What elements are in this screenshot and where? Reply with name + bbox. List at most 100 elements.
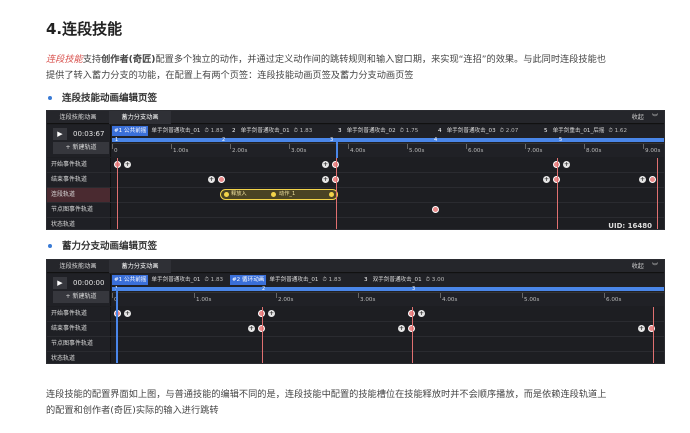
new-track-button[interactable]: + 新建轨道 — [53, 142, 109, 154]
playhead[interactable] — [116, 288, 118, 363]
ruler-tick-label: 3.00s — [291, 148, 307, 154]
segment-name: 双手剑普通攻击_01 — [372, 277, 422, 283]
ruler-tick-label: 3.00s — [360, 297, 376, 303]
track-lane[interactable]: + + + — [112, 158, 664, 172]
playback-controls: ▶ 00:03:67 + 新建轨道 — [47, 125, 111, 157]
ruler-tick — [230, 144, 231, 149]
play-button[interactable]: ▶ — [53, 277, 67, 289]
collapse-button[interactable]: 收起 — [631, 114, 643, 121]
ruler-tick — [348, 144, 349, 149]
new-track-button[interactable]: + 新建轨道 — [53, 291, 109, 303]
add-event-icon[interactable]: + — [418, 310, 425, 317]
bullet-label: 连段技能动画编辑页签 — [62, 93, 158, 104]
track-lane[interactable]: + + + — [112, 307, 664, 321]
segment-1[interactable]: #1 公共前摇 单手剑普通攻击_01 ⏱ 1.83 — [112, 275, 223, 285]
ruler-tick — [643, 144, 644, 149]
playhead[interactable] — [336, 139, 338, 158]
ruler-tick-label: 1.00s — [196, 297, 212, 303]
event-knot[interactable] — [218, 176, 225, 183]
tab-combo-animation[interactable]: 连段技能动画 — [47, 260, 109, 273]
track-lane[interactable]: 释放入 动作_1 — [112, 188, 664, 202]
add-event-icon[interactable]: + — [638, 325, 645, 332]
track-lane[interactable] — [112, 352, 664, 363]
track-lane[interactable] — [112, 203, 664, 217]
tab-combo-animation[interactable]: 连段技能动画 — [47, 111, 109, 124]
editor-tabbar: 连段技能动画 蓄力分支动画 收起 ︾ — [47, 260, 664, 273]
add-event-icon[interactable]: + — [543, 176, 550, 183]
add-event-icon[interactable]: + — [208, 176, 215, 183]
track-label-node-event[interactable]: 节点图事件轨道 — [47, 337, 111, 351]
track-row: 节点图事件轨道 — [47, 203, 664, 218]
event-knot[interactable] — [649, 176, 656, 183]
ruler-tick-label: 5.00s — [524, 297, 540, 303]
track-lane[interactable] — [112, 337, 664, 351]
marker-line — [336, 158, 337, 229]
ruler-tick — [171, 144, 172, 149]
add-event-icon[interactable]: + — [322, 176, 329, 183]
section-heading: 4.连段技能 — [46, 20, 123, 38]
add-event-icon[interactable]: + — [124, 310, 131, 317]
track-row: 状态轨道 — [47, 218, 664, 229]
combo-clip[interactable]: 释放入 动作_1 — [220, 189, 338, 200]
segment-name: 单手剑普通攻击_01 — [151, 128, 201, 134]
add-event-icon[interactable]: + — [398, 325, 405, 332]
track-label-start-event[interactable]: 开始事件轨道 — [47, 307, 111, 321]
chevron-double-down-icon[interactable]: ︾ — [652, 114, 658, 121]
segment-name: 单手剑普通攻击_03 — [446, 128, 496, 134]
tab-charge-animation[interactable]: 蓄力分支动画 — [109, 260, 171, 273]
add-event-icon[interactable]: + — [124, 161, 131, 168]
intro-line-2: 提供了转入蓄力分支的功能，在配置上有两个页签：连段技能动画页签及蓄力分支动画页签 — [46, 70, 414, 81]
ruler-tick-label: 0 — [114, 148, 118, 154]
ruler-tick — [289, 144, 290, 149]
segment-5[interactable]: 5 单手剑重击_01_后摇 ⏱ 1.62 — [542, 126, 627, 136]
intro-text-1: 支持 — [82, 54, 102, 65]
track-lane[interactable]: + + + + — [112, 173, 664, 187]
intro-bold-1: 创作者(奇匠) — [101, 54, 156, 65]
collapse-button[interactable]: 收起 — [631, 263, 643, 270]
timeline-header: #1 公共前摇 单手剑普通攻击_01 ⏱ 1.83 2 单手剑普通攻击_01 ⏱ 1.8… — [112, 125, 664, 157]
segment-3[interactable]: 3 单手剑普通攻击_02 ⏱ 1.75 — [336, 126, 418, 136]
timeline-header: #1 公共前摇 单手剑普通攻击_01 ⏱ 1.83 #2 循环动画 单手剑普通攻击_0… — [112, 274, 664, 306]
track-label-end-event[interactable]: 结束事件轨道 — [47, 173, 111, 187]
add-event-icon[interactable]: + — [322, 161, 329, 168]
marker-line — [653, 307, 654, 363]
chevron-double-down-icon[interactable]: ︾ — [652, 263, 658, 270]
track-lane[interactable]: + + + — [112, 322, 664, 336]
play-button[interactable]: ▶ — [53, 128, 67, 140]
track-label-combo[interactable]: 连段轨道 — [47, 188, 111, 202]
clip-dot — [271, 192, 276, 197]
segment-num: 4 — [438, 128, 442, 134]
add-event-icon[interactable]: + — [563, 161, 570, 168]
track-lane[interactable] — [112, 218, 664, 229]
track-label-end-event[interactable]: 结束事件轨道 — [47, 322, 111, 336]
add-event-icon[interactable]: + — [248, 325, 255, 332]
bullet-combo-tab: 连段技能动画编辑页签 — [48, 90, 157, 104]
outro-line-2: 的配置和创作者(奇匠)实际的输入进行跳转 — [46, 405, 219, 416]
segment-4[interactable]: 4 单手剑普通攻击_03 ⏱ 2.07 — [436, 126, 518, 136]
segment-2[interactable]: 2 单手剑普通攻击_01 ⏱ 1.83 — [230, 126, 312, 136]
time-readout: 00:03:67 — [73, 130, 105, 138]
ruler-tick-label: 6.00s — [468, 148, 484, 154]
uid-label: UID: 16480 — [608, 222, 652, 230]
track-label-state[interactable]: 状态轨道 — [47, 218, 111, 229]
segment-2[interactable]: #2 循环动画 单手剑普通攻击_01 ⏱ 1.83 — [230, 275, 341, 285]
track-row: 开始事件轨道 + + + — [47, 158, 664, 173]
track-label-state[interactable]: 状态轨道 — [47, 352, 111, 363]
ruler-tick-label: 5.00s — [409, 148, 425, 154]
add-event-icon[interactable]: + — [639, 176, 646, 183]
ruler-tick-label: 4.00s — [442, 297, 458, 303]
event-knot[interactable] — [432, 206, 439, 213]
segment-bar: #1 公共前摇 单手剑普通攻击_01 ⏱ 1.83 #2 循环动画 单手剑普通攻击_0… — [112, 274, 664, 286]
marker-line — [657, 158, 658, 229]
track-label-node-event[interactable]: 节点图事件轨道 — [47, 203, 111, 217]
time-readout: 00:00:00 — [73, 279, 105, 287]
time-ruler: 0 1.00s 2.00s 3.00s 4.00s 5.00s 6.00s 7.00s 8.00… — [112, 143, 664, 157]
segment-duration: ⏱ 1.83 — [204, 128, 224, 134]
segment-3[interactable]: 3 双手剑普通攻击_01 ⏱ 3.00 — [362, 275, 444, 285]
add-event-icon[interactable]: + — [268, 310, 275, 317]
tab-charge-animation[interactable]: 蓄力分支动画 — [109, 111, 171, 124]
clip-dot — [329, 192, 334, 197]
track-label-start-event[interactable]: 开始事件轨道 — [47, 158, 111, 172]
clip-dot — [224, 192, 229, 197]
segment-1[interactable]: #1 公共前摇 单手剑普通攻击_01 ⏱ 1.83 — [112, 126, 223, 136]
